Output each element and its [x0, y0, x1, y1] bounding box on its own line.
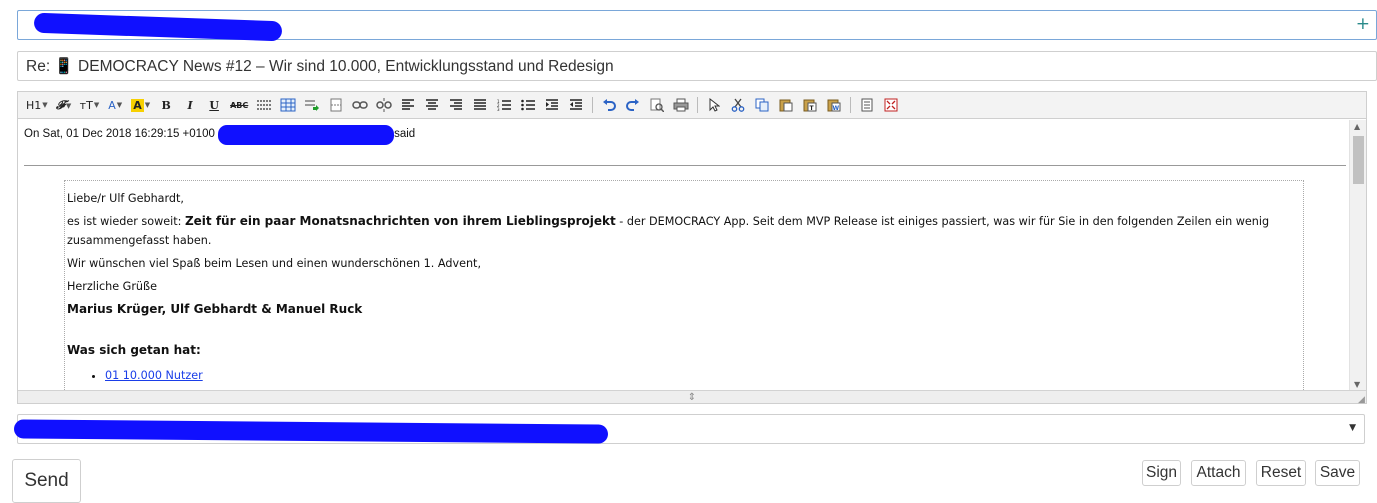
select-all-icon[interactable] [704, 95, 724, 115]
save-button[interactable]: Save [1315, 460, 1360, 486]
paste-text-icon[interactable]: T [800, 95, 820, 115]
toolbar-separator [697, 97, 699, 113]
to-field[interactable]: + [17, 10, 1377, 42]
table-icon[interactable] [278, 95, 298, 115]
italic-button[interactable]: I [180, 95, 200, 115]
scroll-up-arrow-icon[interactable]: ▲ [1354, 122, 1360, 131]
redo-icon[interactable] [623, 95, 643, 115]
redacted-sender [218, 125, 395, 145]
preview-icon[interactable] [647, 95, 667, 115]
svg-text:W: W [833, 105, 840, 112]
send-button[interactable]: Send [12, 459, 81, 503]
resize-grip-icon: ⇕ [687, 391, 697, 403]
bold-button[interactable]: B [156, 95, 176, 115]
quoted-message: Liebe/r Ulf Gebhardt, es ist wieder sowe… [64, 180, 1304, 391]
unlink-icon[interactable] [374, 95, 394, 115]
identity-select[interactable]: ▼ [13, 414, 1365, 444]
signature-text: Marius Krüger, Ulf Gebhardt & Manuel Ruc… [67, 302, 363, 316]
highlight-color-dropdown[interactable]: A ▼ [129, 95, 152, 115]
list-item: 01 10.000 Nutzer [105, 366, 1303, 385]
paste-word-icon[interactable]: W [824, 95, 844, 115]
font-size-dropdown[interactable]: тT ▼ [78, 95, 102, 115]
indent-icon[interactable] [542, 95, 562, 115]
editor-toolbar: H1 ▼ 𝓕 ▼ тT ▼ A ▼ A ▼ B I U ABC 1 2 3 T … [18, 92, 1366, 119]
quote-header: On Sat, 01 Dec 2018 16:29:15 +0100 said [24, 125, 416, 145]
horizontal-rule-icon[interactable] [254, 95, 274, 115]
underline-button[interactable]: U [204, 95, 224, 115]
regards-text: Herzliche Grüße [67, 280, 157, 293]
editor-content[interactable]: On Sat, 01 Dec 2018 16:29:15 +0100 said … [18, 120, 1349, 391]
resize-corner-icon[interactable]: ◢ [1358, 395, 1375, 497]
quote-header-prefix: On Sat, 01 Dec 2018 16:29:15 +0100 [24, 128, 219, 141]
insert-row-icon[interactable] [302, 95, 322, 115]
wish-text: Wir wünschen viel Spaß beim Lesen und ei… [67, 257, 481, 270]
quote-divider [24, 165, 1346, 166]
align-center-icon[interactable] [422, 95, 442, 115]
bullet-list-icon[interactable] [518, 95, 538, 115]
attach-button[interactable]: Attach [1191, 460, 1246, 486]
undo-icon[interactable] [599, 95, 619, 115]
toolbar-separator [850, 97, 852, 113]
link-icon[interactable] [350, 95, 370, 115]
align-right-icon[interactable] [446, 95, 466, 115]
sign-button[interactable]: Sign [1142, 460, 1181, 486]
add-recipient-button[interactable]: + [1356, 14, 1370, 34]
paste-icon[interactable] [776, 95, 796, 115]
greeting-text: Liebe/r Ulf Gebhardt, [67, 192, 184, 205]
editor-resize-handle[interactable]: ⇕ [18, 390, 1366, 403]
source-icon[interactable] [857, 95, 877, 115]
chevron-down-icon[interactable]: ▼ [1349, 423, 1356, 433]
scroll-down-arrow-icon[interactable]: ▼ [1354, 380, 1360, 389]
intro-paragraph: es ist wieder soweit: Zeit für ein paar … [67, 214, 1270, 247]
rich-text-editor[interactable]: H1 ▼ 𝓕 ▼ тT ▼ A ▼ A ▼ B I U ABC 1 2 3 T … [17, 91, 1367, 404]
quote-header-suffix: said [394, 128, 416, 141]
print-icon[interactable] [671, 95, 691, 115]
page-break-icon[interactable] [326, 95, 346, 115]
font-family-dropdown[interactable]: 𝓕 ▼ [54, 95, 74, 115]
scrollbar-thumb[interactable] [1353, 136, 1364, 184]
editor-scrollbar[interactable]: ▲ ▼ [1349, 120, 1366, 391]
redacted-recipient [33, 12, 283, 42]
heading-dropdown[interactable]: H1 ▼ [24, 95, 50, 115]
toolbar-separator [592, 97, 594, 113]
news-link[interactable]: 01 10.000 Nutzer [105, 369, 203, 382]
subject-input[interactable]: Re: 📱 DEMOCRACY News #12 – Wir sind 10.0… [17, 51, 1377, 81]
align-left-icon[interactable] [398, 95, 418, 115]
copy-icon[interactable] [752, 95, 772, 115]
fullscreen-icon[interactable] [881, 95, 901, 115]
outdent-icon[interactable] [566, 95, 586, 115]
section-heading: Was sich getan hat: [67, 343, 201, 357]
font-color-dropdown[interactable]: A ▼ [105, 95, 125, 115]
reset-button[interactable]: Reset [1256, 460, 1306, 486]
strikethrough-button[interactable]: ABC [228, 95, 250, 115]
redacted-identity [13, 419, 609, 444]
ordered-list-icon[interactable]: 123 [494, 95, 514, 115]
cut-icon[interactable] [728, 95, 748, 115]
news-list: 01 10.000 Nutzer [67, 366, 1303, 385]
svg-text:3: 3 [497, 107, 500, 111]
align-justify-icon[interactable] [470, 95, 490, 115]
